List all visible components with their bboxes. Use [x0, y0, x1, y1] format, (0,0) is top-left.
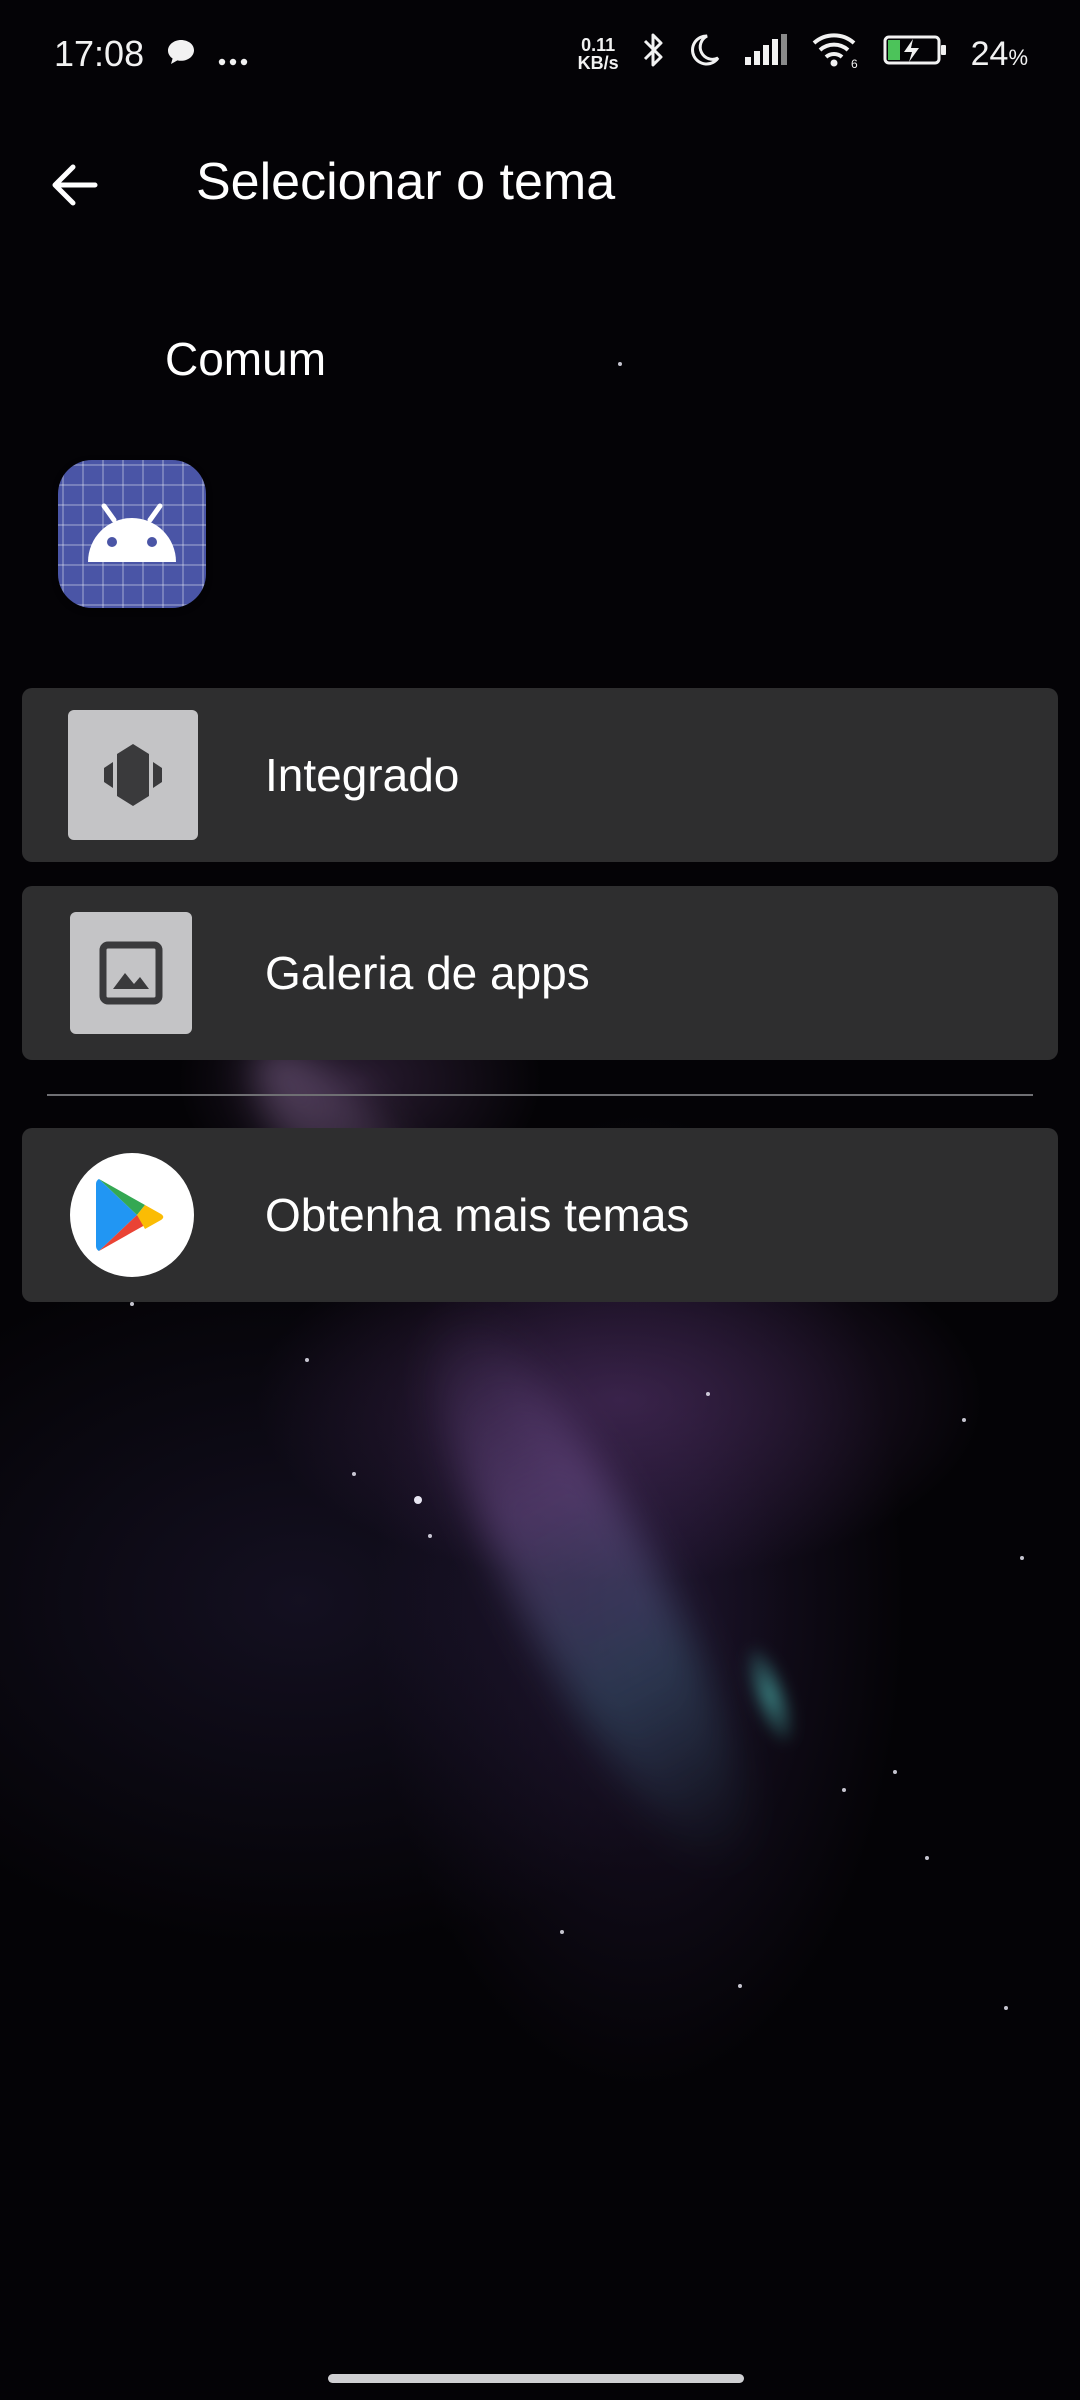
net-speed-value: 0.11 — [581, 35, 616, 55]
page-title: Selecionar o tema — [196, 153, 616, 211]
option-integrado[interactable]: Integrado — [22, 688, 1058, 862]
wifi-6-icon: 6 — [811, 31, 861, 78]
gallery-thumb — [70, 912, 192, 1034]
status-left: 17:08 — [54, 33, 248, 75]
current-theme-tile[interactable] — [58, 460, 206, 608]
wallpaper-star — [706, 1392, 710, 1396]
wallpaper-glow — [732, 1636, 808, 1754]
battery-level: 24% — [971, 35, 1028, 74]
battery-value: 24 — [970, 34, 1009, 73]
wallpaper-star — [925, 1856, 929, 1860]
option-label: Integrado — [265, 749, 460, 801]
back-button[interactable] — [40, 150, 110, 220]
battery-charging-icon — [883, 33, 949, 76]
do-not-disturb-moon-icon — [687, 33, 721, 76]
more-dots-icon — [218, 33, 248, 75]
option-label: Galeria de apps — [265, 947, 590, 999]
option-galeria-de-apps[interactable]: Galeria de apps — [22, 886, 1058, 1060]
option-obtenha-mais-temas[interactable]: Obtenha mais temas — [22, 1128, 1058, 1302]
app-bar: Selecionar o tema — [0, 120, 1080, 250]
divider — [47, 1094, 1033, 1096]
status-bar: 17:08 0.11 KB/s 6 24% — [0, 0, 1080, 108]
wallpaper-star — [1004, 2006, 1008, 2010]
status-time: 17:08 — [54, 33, 145, 74]
net-speed: 0.11 KB/s — [578, 36, 619, 72]
image-gallery-icon — [99, 941, 163, 1005]
signal-bars-icon — [743, 33, 789, 76]
wallpaper-star — [738, 1984, 742, 1988]
google-play-badge — [70, 1153, 194, 1277]
integrated-theme-thumb — [68, 710, 198, 840]
battery-unit: % — [1008, 44, 1028, 70]
wallpaper-star — [1020, 1556, 1024, 1560]
wallpaper-star — [618, 362, 622, 366]
home-indicator[interactable] — [328, 2374, 744, 2383]
wallpaper-star — [842, 1788, 846, 1792]
status-right: 0.11 KB/s 6 24% — [578, 31, 1028, 78]
wallpaper-star — [560, 1930, 564, 1934]
option-label: Obtenha mais temas — [265, 1189, 690, 1241]
wallpaper-nebula — [382, 1283, 798, 1897]
integrated-theme-icon — [104, 744, 162, 806]
wallpaper-star — [962, 1418, 966, 1422]
google-play-icon — [96, 1179, 164, 1251]
wallpaper-star — [428, 1534, 432, 1538]
section-label: Comum — [165, 333, 327, 385]
screen: 17:08 0.11 KB/s 6 24% Selecionar o tema … — [0, 0, 1080, 2400]
wallpaper-star — [414, 1496, 422, 1504]
chat-bubble-icon — [166, 33, 196, 75]
svg-text:6: 6 — [851, 57, 858, 69]
wallpaper-star — [130, 1302, 134, 1306]
bluetooth-icon — [641, 31, 665, 78]
android-robot-icon — [88, 503, 176, 562]
arrow-left-icon — [52, 164, 98, 206]
wallpaper-star — [893, 1770, 897, 1774]
wallpaper-star — [352, 1472, 356, 1476]
wallpaper-star — [305, 1358, 309, 1362]
net-speed-unit: KB/s — [577, 53, 619, 73]
